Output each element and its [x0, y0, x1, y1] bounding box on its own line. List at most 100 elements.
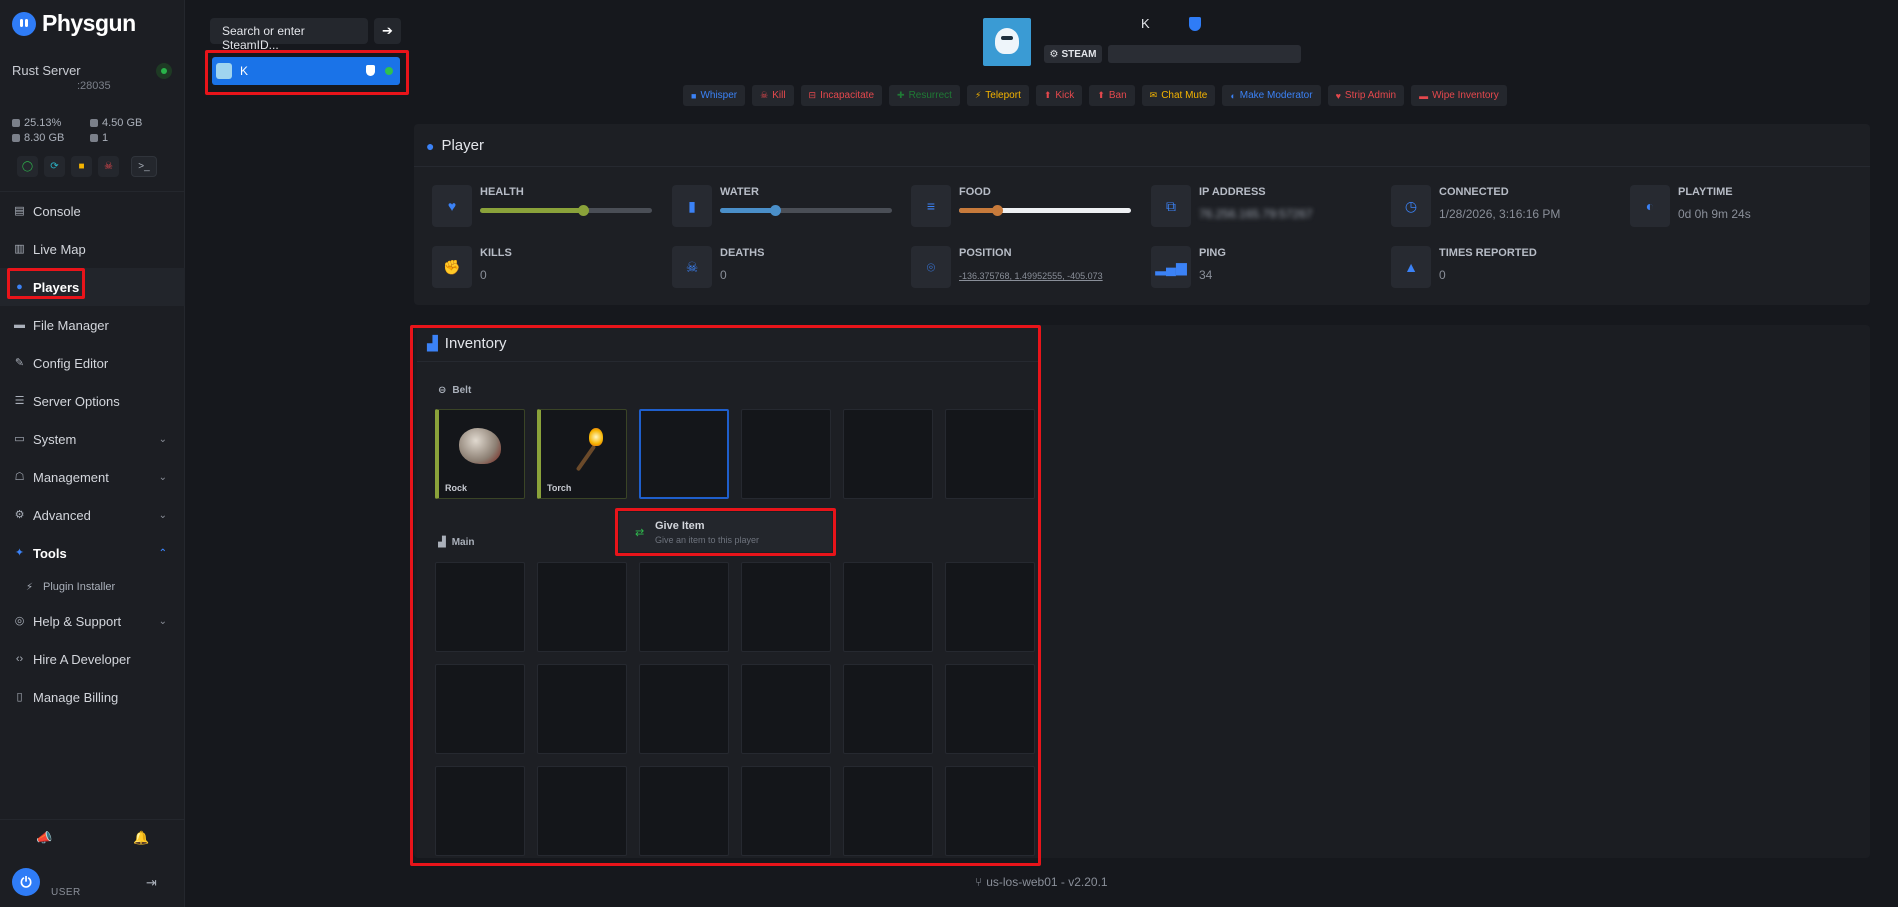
start-button[interactable]: ◯ [17, 156, 38, 177]
server-status-icon [156, 63, 172, 79]
health-slider[interactable] [480, 205, 652, 216]
action-make-moderator-button[interactable]: ◐ Make Moderator [1222, 85, 1321, 106]
belt-slot[interactable]: Rock [435, 409, 525, 499]
main-slot[interactable] [435, 766, 525, 856]
action-label: Resurrect [908, 90, 952, 101]
belt-slot[interactable]: Torch [537, 409, 627, 499]
main-slot[interactable] [537, 766, 627, 856]
main-slot[interactable] [537, 562, 627, 652]
health-label: HEALTH [480, 186, 524, 198]
water-knob[interactable] [770, 205, 782, 216]
action-teleport-button[interactable]: ⚡ Teleport [966, 85, 1029, 106]
main-slot[interactable] [639, 766, 729, 856]
belt-slot[interactable] [639, 409, 729, 499]
arrow-right-icon: ➔ [382, 23, 393, 38]
action-kick-button[interactable]: ⬆ Kick [1035, 85, 1083, 106]
restart-button[interactable]: ⟳ [44, 156, 65, 177]
action-resurrect-button[interactable]: ✚ Resurrect [889, 85, 960, 106]
nav-management[interactable]: ☖ Management ⌄ [0, 458, 185, 496]
main-slot[interactable] [741, 766, 831, 856]
position-value[interactable]: -136.375768, 1.49952555, -405.073 [959, 271, 1103, 281]
main-slot[interactable] [537, 664, 627, 754]
megaphone-icon[interactable]: 📣 [36, 830, 52, 846]
nav-hire-developer[interactable]: ‹› Hire A Developer [0, 640, 185, 678]
water-label: WATER [720, 186, 759, 198]
nav-plugin-installer[interactable]: ⚡ Plugin Installer [0, 572, 185, 602]
action-whisper-button[interactable]: ■ Whisper [683, 85, 746, 106]
main-slot[interactable] [843, 664, 933, 754]
action-incapacitate-button[interactable]: ⊟ Incapacitate [800, 85, 883, 106]
main-slot[interactable] [741, 664, 831, 754]
main-label-text: Main [451, 537, 475, 548]
nav-file-manager[interactable]: ▬ File Manager [0, 306, 185, 344]
water-slider[interactable] [720, 205, 892, 216]
avatar[interactable]: ⏻ [12, 868, 40, 896]
player-panel-title-text: Player [441, 137, 484, 154]
nav-console[interactable]: ▤ Console [0, 192, 185, 230]
playtime-label: PLAYTIME [1678, 186, 1733, 198]
nav-advanced-label: Advanced [33, 507, 91, 523]
map-icon: ▥ [14, 242, 25, 255]
action-chat-mute-button[interactable]: ✉ Chat Mute [1141, 85, 1216, 106]
search-submit-button[interactable]: ➔ [374, 18, 401, 44]
nav-manage-billing[interactable]: ▯ Manage Billing [0, 678, 185, 716]
action-wipe-inventory-button[interactable]: ▬ Wipe Inventory [1411, 85, 1507, 106]
logout-icon[interactable]: ⇥ [146, 875, 157, 891]
food-knob[interactable] [991, 205, 1003, 216]
steam-badge[interactable]: ⚙ STEAM [1044, 45, 1102, 63]
playtime-card: ◐ PLAYTIME 0d 0h 9m 24s [1630, 185, 1860, 235]
nav-live-map[interactable]: ▥ Live Map [0, 230, 185, 268]
player-list-item[interactable]: K [212, 57, 400, 85]
steam-id-field[interactable] [1108, 45, 1301, 63]
action-ban-button[interactable]: ⬆ Ban [1089, 85, 1135, 106]
inventory-title-text: Inventory [444, 335, 507, 352]
action-kill-button[interactable]: ☠ Kill [752, 85, 794, 106]
nav-advanced[interactable]: ⚙ Advanced ⌄ [0, 496, 185, 534]
stop-button[interactable]: ■ [71, 156, 92, 177]
give-item-button[interactable]: ⇄ Give Item Give an item to this player [619, 512, 832, 552]
version-footer: ⑂ us-los-web01 - v2.20.1 [975, 875, 1108, 889]
main-slot[interactable] [843, 562, 933, 652]
nav-system[interactable]: ▭ System ⌄ [0, 420, 185, 458]
action-label: Make Moderator [1239, 90, 1313, 101]
belt-icon: ⊖ [438, 385, 447, 396]
main-slot[interactable] [945, 562, 1035, 652]
main-slot[interactable] [945, 664, 1035, 754]
nav-hire-developer-label: Hire A Developer [33, 651, 131, 667]
brand-logo[interactable]: Physgun [12, 10, 136, 37]
belt-slot[interactable] [741, 409, 831, 499]
chevron-down-icon: ⌄ [158, 509, 167, 521]
divider [414, 166, 1870, 167]
server-controls: ◯ ⟳ ■ ☠ >_ [17, 156, 157, 177]
main-slot[interactable] [639, 664, 729, 754]
terminal-button[interactable]: >_ [131, 156, 157, 177]
nav-manage-billing-label: Manage Billing [33, 689, 119, 705]
search-input[interactable]: Search or enter SteamID... [210, 18, 368, 52]
kills-card: ✊ KILLS 0 [432, 246, 662, 296]
nav-config-editor[interactable]: ✎ Config Editor [0, 344, 185, 382]
network-icon: ⧉ [1151, 185, 1191, 227]
gamepad-icon: ◐ [1630, 185, 1670, 227]
action-icon: ▬ [1419, 90, 1429, 101]
action-label: Ban [1108, 90, 1127, 101]
food-slider[interactable] [959, 205, 1131, 216]
health-knob[interactable] [578, 205, 590, 216]
main-slot[interactable] [741, 562, 831, 652]
main-slot[interactable] [435, 562, 525, 652]
wrench-icon: ✦ [14, 546, 25, 559]
main-slot[interactable] [945, 766, 1035, 856]
nav-tools[interactable]: ✦ Tools ⌃ [0, 534, 185, 572]
main-slot[interactable] [843, 766, 933, 856]
boxes-icon: ▟ [438, 537, 446, 548]
nav-help-support[interactable]: ◎ Help & Support ⌄ [0, 602, 185, 640]
belt-slot[interactable] [843, 409, 933, 499]
nav-players[interactable]: ● Players [0, 268, 185, 306]
connected-value: 1/28/2026, 3:16:16 PM [1439, 207, 1561, 221]
main-slot[interactable] [435, 664, 525, 754]
belt-slot[interactable] [945, 409, 1035, 499]
kill-button[interactable]: ☠ [98, 156, 119, 177]
nav-server-options[interactable]: ☰ Server Options [0, 382, 185, 420]
action-strip-admin-button[interactable]: ♥ Strip Admin [1327, 85, 1405, 106]
bell-icon[interactable]: 🔔 [133, 830, 149, 846]
main-slot[interactable] [639, 562, 729, 652]
